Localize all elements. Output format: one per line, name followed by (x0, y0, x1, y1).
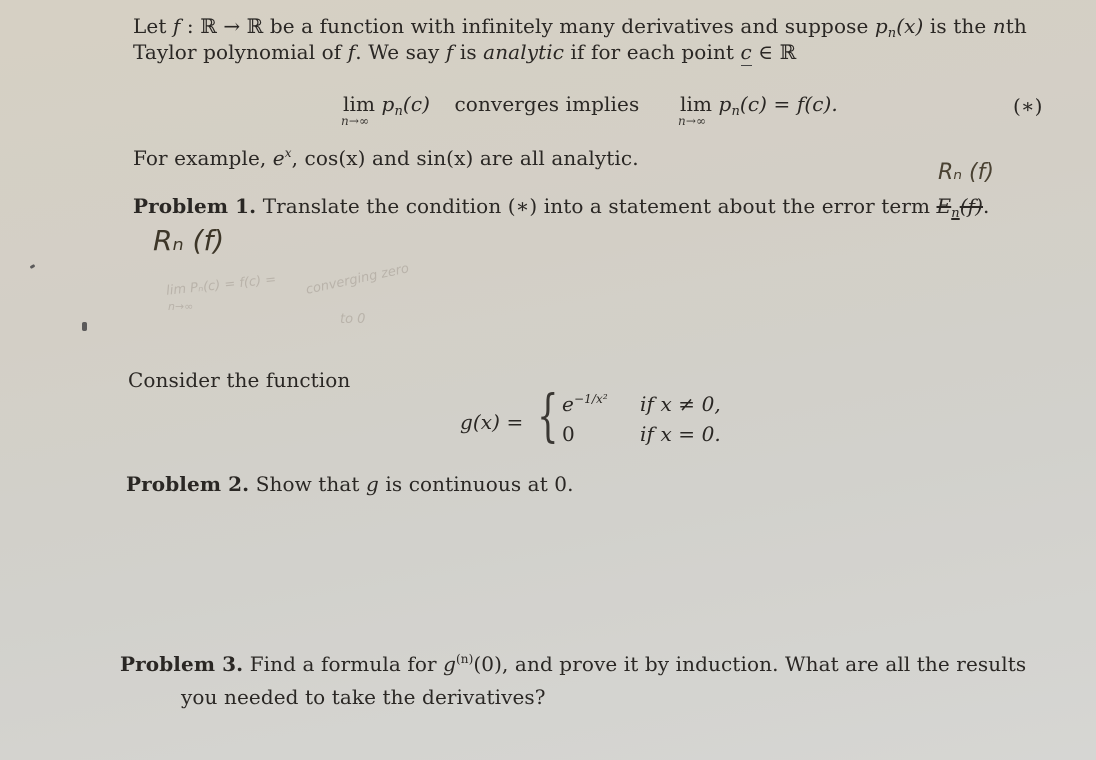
pencil-note-n-infinity: n→∞ (168, 300, 194, 313)
underlined-c: c (740, 40, 752, 66)
pencil-note-to-zero: to 0 (340, 312, 366, 327)
problem-3-line-2: you needed to take the derivatives? (181, 685, 546, 709)
problem-1: Problem 1. Translate the condition (∗) i… (133, 194, 990, 221)
case-2-condition: if x = 0. (640, 422, 721, 446)
intro-line-2: Taylor polynomial of f. We say f is anal… (133, 40, 797, 66)
case-1-condition: if x ≠ 0, (640, 392, 721, 416)
problem-3-label: Problem 3. (120, 652, 244, 676)
condition-rhs: lim n→∞ pn(c) = f(c). (678, 92, 838, 128)
limit-operator-1: lim n→∞ (341, 92, 376, 128)
struck-error-term: En(f) (936, 194, 984, 221)
analytic-term: analytic (483, 40, 565, 64)
handwritten-rn-annotation: Rₙ (f) (938, 160, 994, 185)
margin-mark (29, 263, 36, 270)
problem-2: Problem 2. Show that g is continuous at … (126, 472, 574, 496)
piecewise-lhs: g(x) = (460, 410, 524, 434)
case-1-value: e−1/x² (562, 392, 608, 416)
limit-operator-2: lim n→∞ (678, 92, 713, 128)
margin-mark (82, 322, 87, 331)
handwritten-rn-answer: Rₙ (f) (153, 224, 225, 257)
left-brace: { (537, 384, 559, 449)
condition-equation: lim n→∞ pn(c) converges implies (341, 92, 640, 128)
document-page: Let f : ℝ → ℝ be a function with infinit… (0, 0, 1096, 760)
consider-line: Consider the function (128, 368, 351, 392)
pencil-note-limit: lim Pₙ(c) = f(c) = (165, 272, 277, 299)
intro-line-1: Let f : ℝ → ℝ be a function with infinit… (133, 14, 1027, 41)
case-2-value: 0 (562, 422, 575, 446)
problem-2-label: Problem 2. (126, 472, 250, 496)
example-line: For example, ex, cos(x) and sin(x) are a… (133, 146, 639, 170)
pencil-note-converging: converging zero (304, 261, 411, 298)
equation-tag: (∗) (1013, 94, 1043, 118)
problem-3: Problem 3. Find a formula for g(n)(0), a… (120, 652, 1027, 676)
problem-1-label: Problem 1. (133, 194, 257, 218)
